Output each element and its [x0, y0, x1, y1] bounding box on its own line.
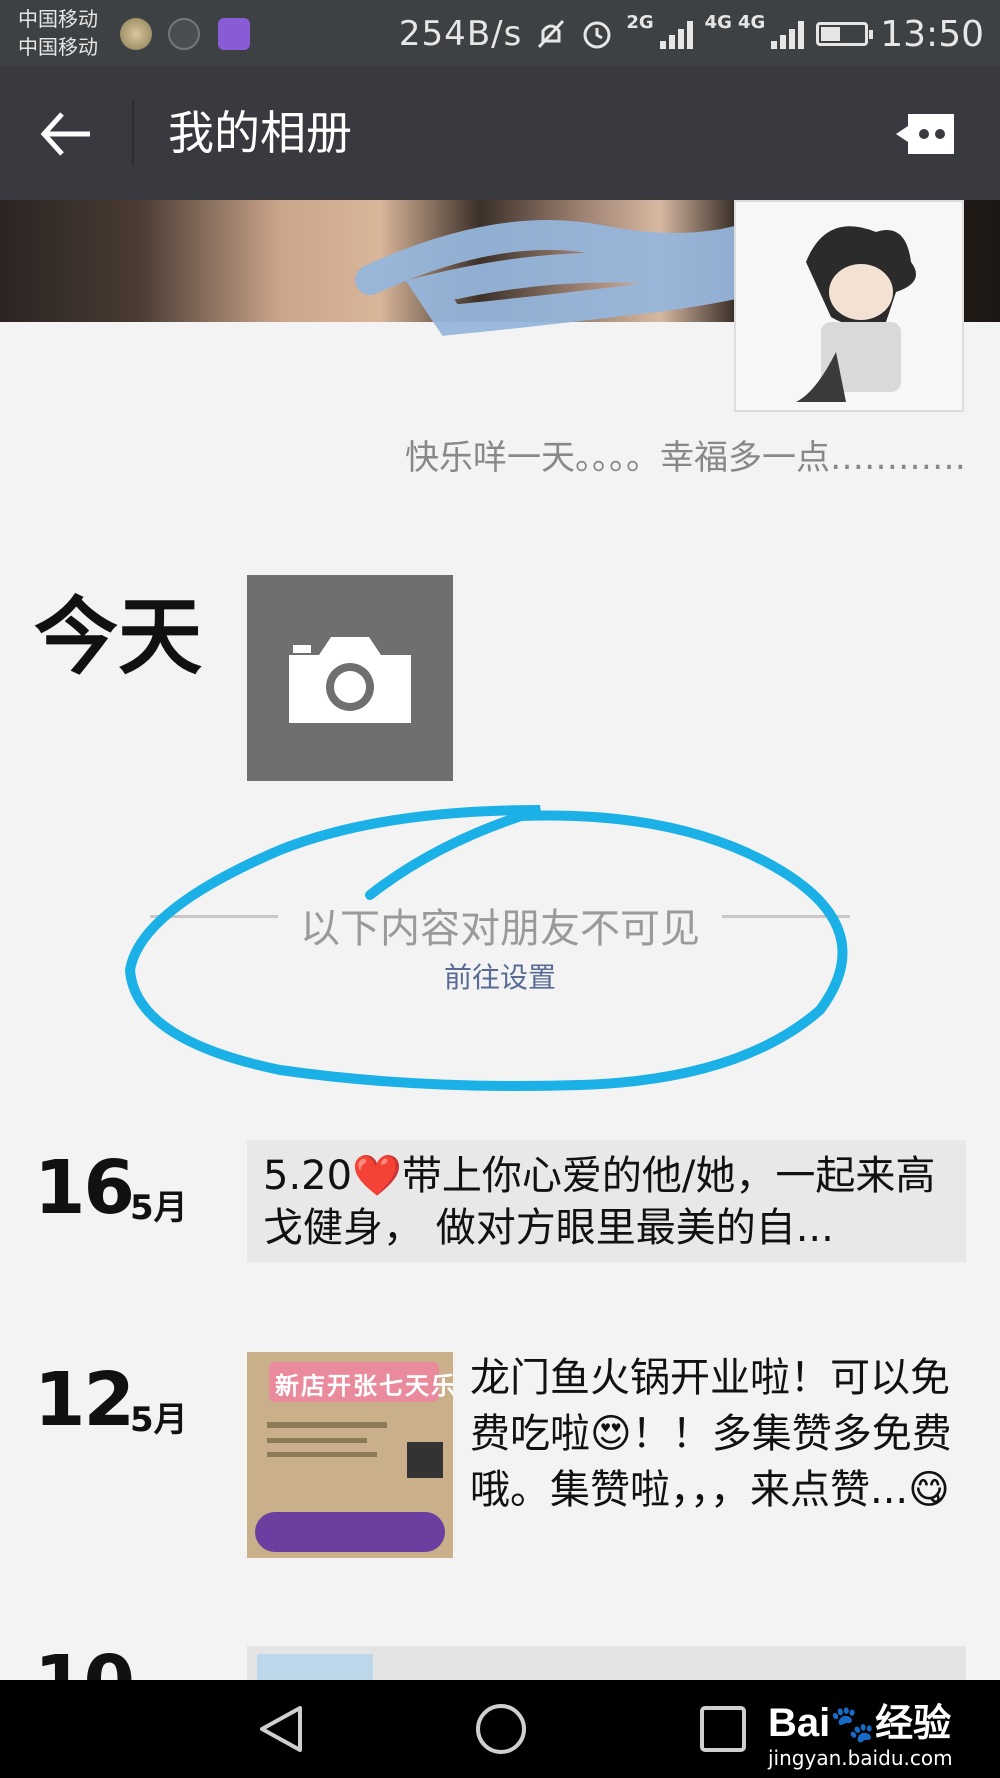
watermark-url: jingyan.baidu.com — [768, 1746, 953, 1770]
camera-icon — [289, 637, 411, 723]
today-label: 今天 — [34, 588, 203, 686]
thumb-title: 新店开张七天乐 — [275, 1372, 453, 1400]
signal-icon-2 — [771, 19, 805, 49]
net-speed: 254B/s — [398, 14, 523, 54]
post-month: 5月 — [130, 1188, 188, 1228]
status-bar: 中国移动 中国移动 254B/s 2G 4G 4G 13:50 — [0, 0, 1000, 66]
post-day: 10 — [34, 1640, 133, 1680]
back-arrow-icon[interactable] — [36, 106, 96, 162]
clock: 13:50 — [880, 13, 984, 55]
paw-icon: 🐾 — [830, 1704, 876, 1745]
carrier-label-2: 中国移动 — [18, 35, 98, 59]
nav-home-icon[interactable] — [474, 1702, 528, 1756]
post-day: 16 — [34, 1145, 135, 1231]
title-bar: 我的相册 — [0, 66, 1000, 200]
annotation-circle — [124, 805, 848, 1091]
network-type-2: 4G — [704, 12, 732, 33]
page-title: 我的相册 — [168, 106, 352, 160]
network-type-3: 4G — [737, 12, 766, 33]
add-photo-button[interactable] — [247, 575, 453, 781]
baidu-watermark: Bai🐾经验 jingyan.baidu.com — [768, 1692, 953, 1770]
post-text: 5.20❤️带上你心爱的他/她，一起来高戈健身， 做对方眼里最美的自... — [263, 1153, 936, 1251]
title-divider — [132, 100, 134, 166]
mute-icon — [538, 19, 565, 49]
network-type-1: 2G — [626, 12, 654, 33]
message-more-icon[interactable] — [894, 112, 956, 156]
post-text[interactable]: 龙门鱼火锅开业啦！可以免费吃啦😍！！多集赞多免费哦。集赞啦，，，来点赞...😋 — [470, 1350, 956, 1518]
post-day: 12 — [34, 1357, 135, 1443]
system-nav-bar: Bai🐾经验 jingyan.baidu.com — [0, 1680, 1000, 1778]
post-thumbnail[interactable]: 新店开张七天乐 — [247, 1352, 453, 1558]
profile-avatar[interactable] — [734, 200, 964, 412]
carrier-label-1: 中国移动 — [18, 7, 98, 31]
battery-icon — [816, 22, 874, 46]
text-post[interactable]: 5.20❤️带上你心爱的他/她，一起来高戈健身， 做对方眼里最美的自... — [247, 1140, 966, 1262]
post-month: 5月 — [130, 1400, 188, 1440]
alarm-icon — [583, 21, 611, 49]
notification-app-icon — [120, 18, 152, 50]
nav-recents-icon[interactable] — [698, 1704, 748, 1754]
watermark-brand: Bai — [768, 1701, 831, 1745]
gallery-notification-icon — [218, 18, 250, 50]
signal-icon-1 — [659, 19, 693, 49]
shield-notification-icon — [168, 18, 200, 50]
post-item-partial[interactable] — [247, 1646, 966, 1680]
profile-signature: 快乐咩一天。。。。幸福多一点………… — [405, 438, 966, 478]
nav-back-icon[interactable] — [254, 1702, 308, 1756]
watermark-suffix: 经验 — [875, 1701, 952, 1745]
